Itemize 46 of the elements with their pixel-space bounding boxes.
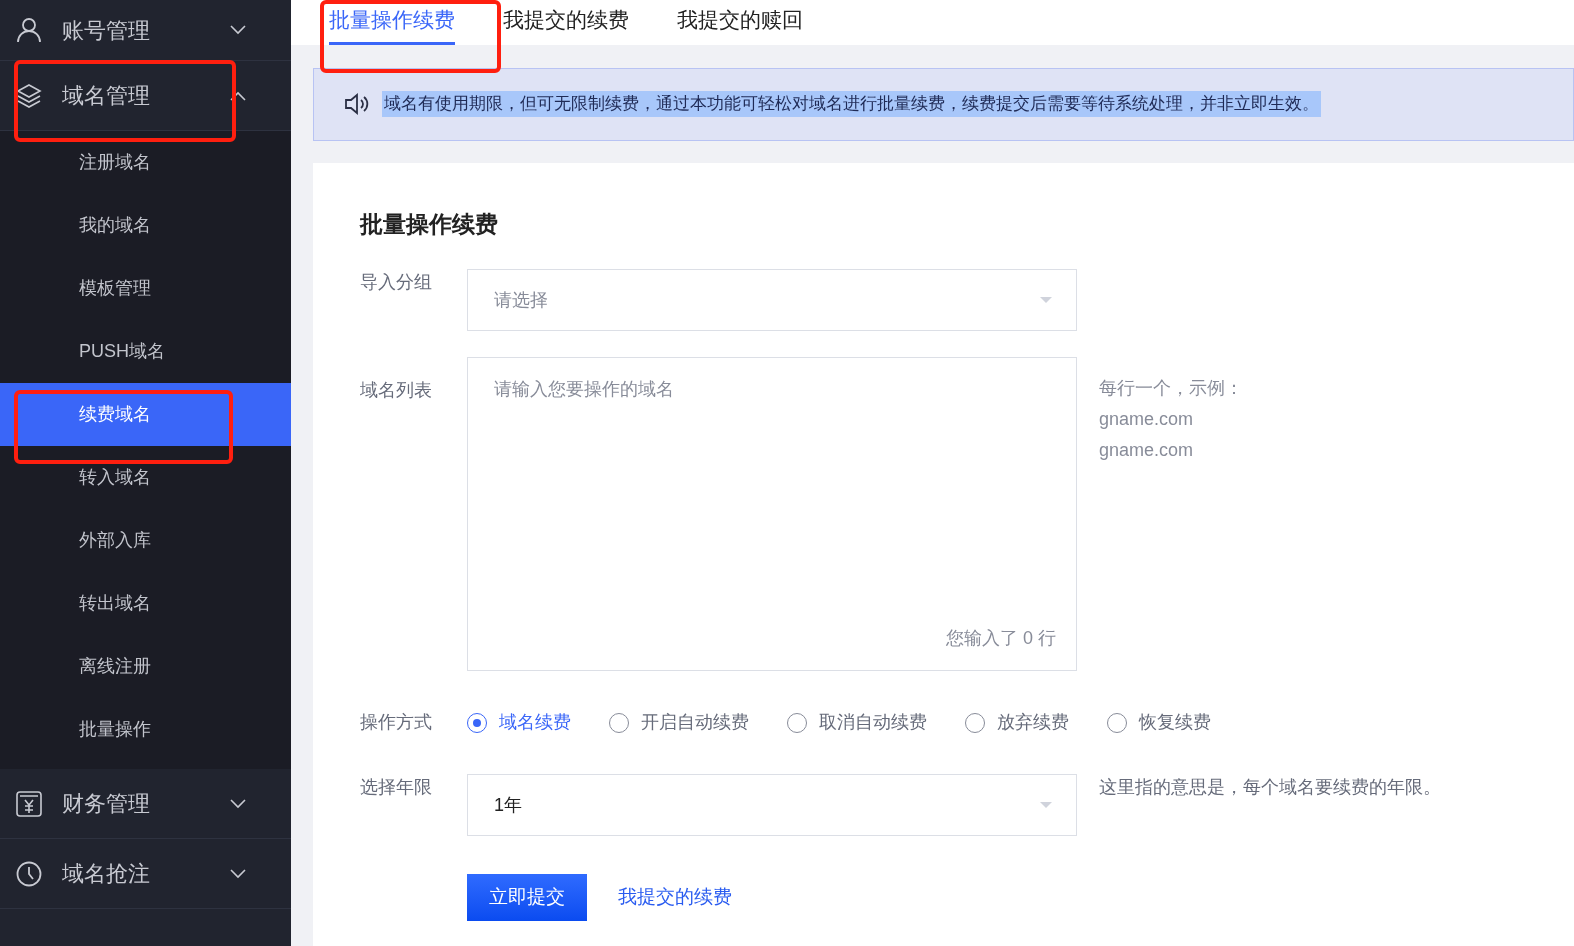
menu-item[interactable]: 离线注册	[79, 653, 151, 680]
radio-option[interactable]: 放弃续费	[965, 709, 1069, 736]
field-label: 操作方式	[360, 711, 433, 734]
notice-text: 域名有使用期限，但可无限制续费，通过本功能可轻松对域名进行批量续费，续费提交后需要等待系统处理，并非立即生效。	[382, 91, 1321, 117]
chevron-up-icon	[230, 90, 246, 101]
tab[interactable]: 我提交的赎回	[677, 4, 803, 45]
menu-item[interactable]: 转出域名	[79, 590, 151, 617]
field-label: 选择年限	[360, 776, 433, 799]
menu-item[interactable]: 转入域名	[79, 464, 151, 491]
radio-option[interactable]: 恢复续费	[1107, 709, 1211, 736]
menu-item[interactable]: 模板管理	[79, 275, 151, 302]
user-icon	[16, 17, 42, 43]
menu-item[interactable]: 批量操作	[79, 716, 151, 743]
field-label: 导入分组	[360, 271, 433, 294]
yen-icon	[16, 790, 42, 817]
radio-option[interactable]: 域名续费	[467, 709, 571, 736]
chevron-down-icon	[230, 868, 246, 879]
renewals-link[interactable]: 我提交的续费	[618, 883, 732, 912]
speaker-icon	[344, 92, 370, 116]
domain-textarea[interactable]: 请输入您要操作的域名 您输入了 0 行	[467, 357, 1077, 671]
line-count: 您输入了 0 行	[946, 627, 1056, 650]
hint-text: gname.com	[1099, 408, 1195, 431]
dropdown-caret-icon	[1040, 297, 1052, 303]
year-select[interactable]: 1年	[467, 774, 1077, 836]
radio-option[interactable]: 开启自动续费	[609, 709, 749, 736]
menu-item[interactable]: 续费域名	[79, 401, 151, 428]
submit-button[interactable]: 立即提交	[467, 874, 587, 921]
hint-text: gname.com	[1099, 439, 1195, 462]
layers-icon	[16, 82, 42, 109]
hint-text: 这里指的意思是，每个域名要续费的年限。	[1099, 776, 1441, 799]
menu-group[interactable]: 财务管理	[0, 769, 291, 839]
hint-text: 每行一个，示例：	[1099, 377, 1243, 400]
dropdown-caret-icon	[1040, 802, 1052, 808]
menu-group[interactable]: 域名抢注	[0, 839, 291, 909]
chevron-down-icon	[230, 798, 246, 809]
radio-option[interactable]: 取消自动续费	[787, 709, 927, 736]
tab[interactable]: 批量操作续费	[329, 4, 455, 45]
field-label: 域名列表	[360, 379, 433, 402]
menu-item[interactable]: 注册域名	[79, 149, 151, 176]
tab[interactable]: 我提交的续费	[503, 4, 629, 45]
chevron-down-icon	[230, 25, 246, 35]
form-title: 批量操作续费	[360, 209, 499, 239]
menu-item[interactable]: PUSH域名	[79, 338, 165, 365]
menu-item[interactable]: 外部入库	[79, 527, 151, 554]
menu-item[interactable]: 我的域名	[79, 212, 151, 239]
clock-icon	[16, 860, 42, 887]
